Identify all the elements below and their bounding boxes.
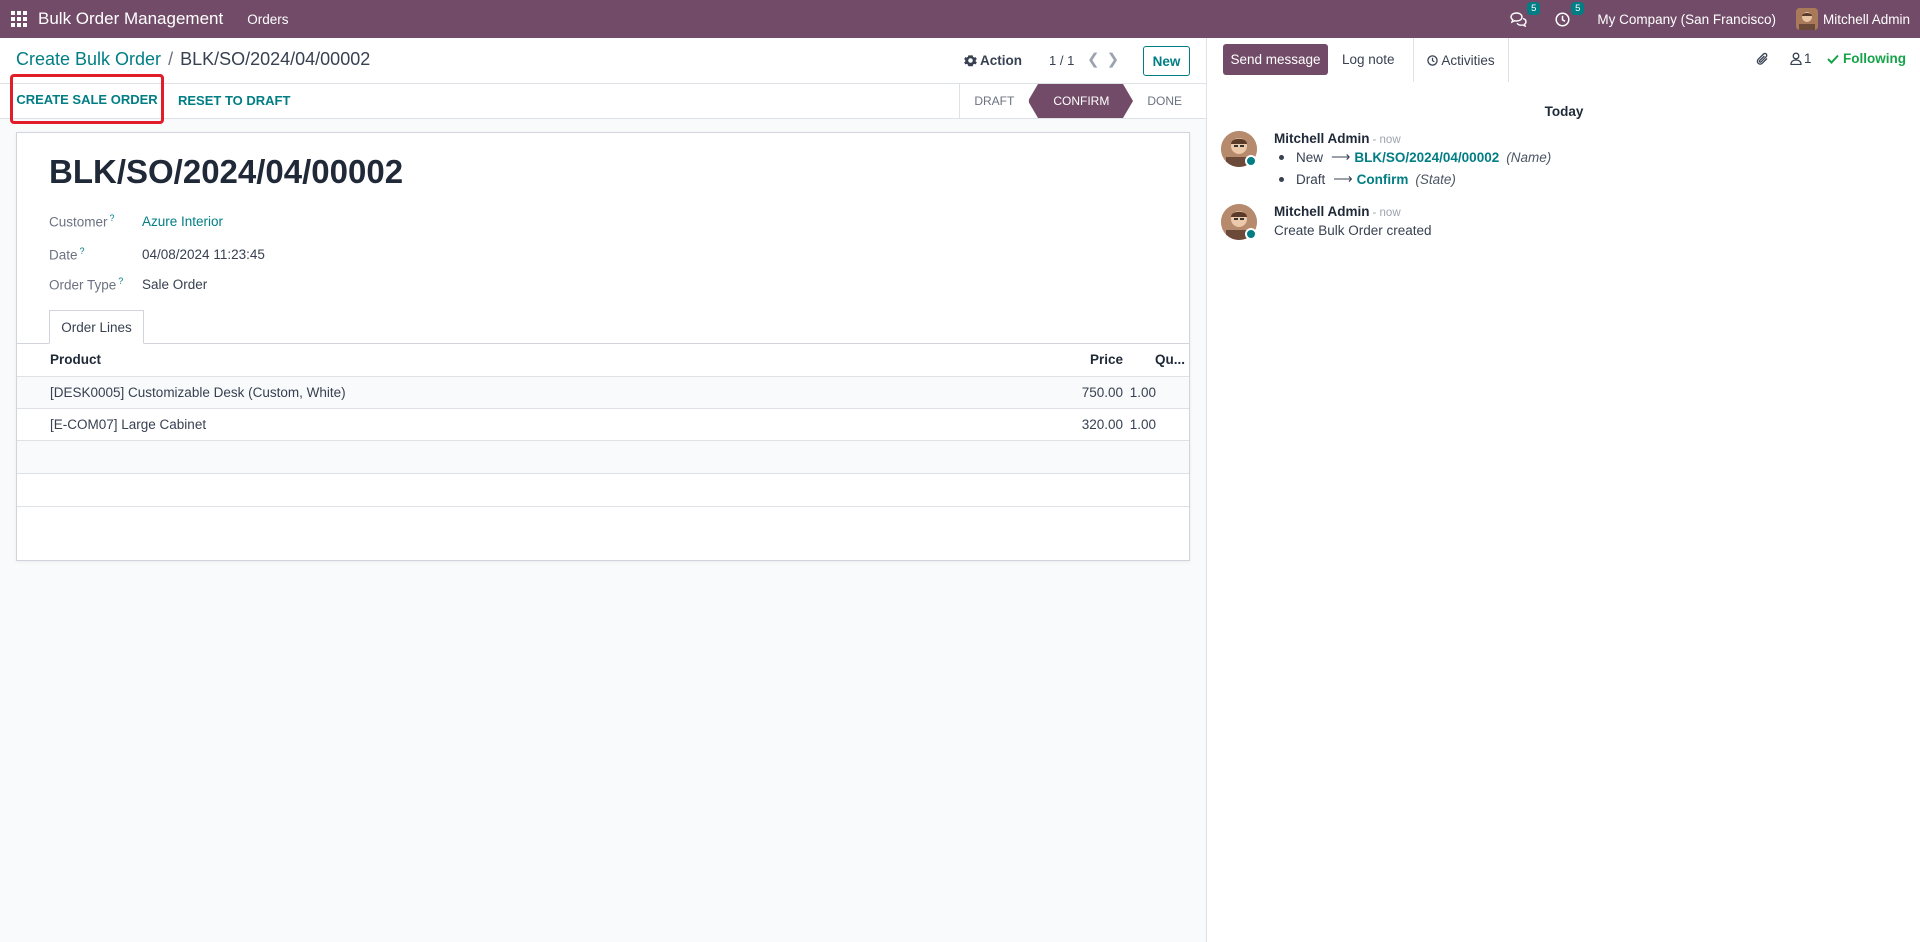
form-sheet: BLK/SO/2024/04/00002 Customer? Azure Int… xyxy=(16,132,1190,561)
line-price[interactable]: 320.00 xyxy=(1045,408,1125,441)
pager-previous-icon[interactable]: ❮ xyxy=(1087,50,1100,68)
column-quantity[interactable]: Qu... xyxy=(1125,344,1189,377)
new-record-button[interactable]: New xyxy=(1143,46,1190,76)
tracking-new-value: Confirm xyxy=(1356,171,1409,187)
app-name[interactable]: Bulk Order Management xyxy=(38,9,223,29)
customer-label: Customer? xyxy=(49,213,115,230)
tracking-value: Draft ⟶ Confirm (State) xyxy=(1279,171,1456,187)
control-panel: Create Bulk Order / BLK/SO/2024/04/00002… xyxy=(0,38,1206,84)
send-message-button[interactable]: Send message xyxy=(1223,44,1328,75)
help-icon[interactable]: ? xyxy=(80,246,85,256)
status-bar: CREATE SALE ORDER RESET TO DRAFT DRAFT C… xyxy=(0,74,1206,124)
company-switcher[interactable]: My Company (San Francisco) xyxy=(1597,12,1776,27)
tab-order-lines[interactable]: Order Lines xyxy=(49,310,144,344)
activities-button[interactable]: Activities xyxy=(1413,38,1509,82)
line-quantity[interactable]: 1.00 xyxy=(1125,408,1189,441)
tracking-old-value: New xyxy=(1296,149,1324,165)
action-menu-button[interactable]: Action xyxy=(964,53,1022,68)
following-label: Following xyxy=(1843,51,1906,66)
tracking-value: New ⟶ BLK/SO/2024/04/00002 (Name) xyxy=(1279,149,1551,165)
tracking-new-value: BLK/SO/2024/04/00002 xyxy=(1354,149,1500,165)
paperclip-icon[interactable] xyxy=(1756,51,1770,70)
table-row[interactable]: [DESK0005] Customizable Desk (Custom, Wh… xyxy=(17,376,1189,409)
line-quantity[interactable]: 1.00 xyxy=(1125,376,1189,409)
chatter-toolbar: Send message Log note Activities 1 Follo… xyxy=(1207,38,1920,82)
breadcrumb: Create Bulk Order / BLK/SO/2024/04/00002 xyxy=(16,49,370,70)
activities-badge: 5 xyxy=(1571,2,1585,15)
table-header-row: Product Price Qu... xyxy=(17,344,1189,377)
check-icon xyxy=(1827,54,1839,64)
date-separator: Today xyxy=(1544,104,1584,119)
breadcrumb-parent[interactable]: Create Bulk Order xyxy=(16,49,161,70)
tracking-field-name: (State) xyxy=(1415,171,1456,187)
activities-clock-icon[interactable]: 5 xyxy=(1553,2,1585,28)
user-icon xyxy=(1790,52,1802,65)
order-lines-table: Product Price Qu... [DESK0005] Customiza… xyxy=(17,344,1189,507)
chatter-message: Mitchell Admin - now New ⟶ BLK/SO/2024/04… xyxy=(1221,131,1901,191)
line-price[interactable]: 750.00 xyxy=(1045,376,1125,409)
message-body: Create Bulk Order created xyxy=(1274,223,1432,238)
message-author[interactable]: Mitchell Admin - now xyxy=(1274,204,1401,219)
menu-orders[interactable]: Orders xyxy=(247,12,288,27)
pager-value[interactable]: 1 / 1 xyxy=(1049,53,1074,68)
breadcrumb-current: BLK/SO/2024/04/00002 xyxy=(180,49,371,69)
date-label: Date? xyxy=(49,246,85,263)
column-product[interactable]: Product xyxy=(17,344,1045,377)
messages-badge: 5 xyxy=(1527,2,1541,15)
arrow-right-icon: ⟶ xyxy=(1331,149,1351,164)
stage-confirm[interactable]: CONFIRM xyxy=(1028,84,1134,118)
table-row[interactable]: [E-COM07] Large Cabinet 320.00 1.00 xyxy=(17,408,1189,441)
date-field[interactable]: 04/08/2024 11:23:45 xyxy=(142,247,265,262)
followers-count: 1 xyxy=(1804,51,1812,66)
online-status-icon xyxy=(1245,155,1257,167)
stage-pipeline: DRAFT CONFIRM DONE xyxy=(959,84,1196,118)
message-time: - now xyxy=(1372,134,1401,146)
create-sale-order-button[interactable]: CREATE SALE ORDER xyxy=(10,74,164,124)
stage-done[interactable]: DONE xyxy=(1123,84,1196,118)
message-time: - now xyxy=(1372,207,1401,219)
tracking-field-name: (Name) xyxy=(1506,149,1552,165)
help-icon[interactable]: ? xyxy=(118,276,123,286)
breadcrumb-separator: / xyxy=(168,49,174,69)
stage-draft[interactable]: DRAFT xyxy=(959,84,1028,118)
customer-field[interactable]: Azure Interior xyxy=(142,214,223,229)
log-note-button[interactable]: Log note xyxy=(1342,52,1395,67)
bullet-icon xyxy=(1279,154,1284,160)
chatter-message: Mitchell Admin - now Create Bulk Order cr… xyxy=(1221,204,1901,244)
line-product[interactable]: [DESK0005] Customizable Desk (Custom, Wh… xyxy=(17,376,1045,409)
line-product[interactable]: [E-COM07] Large Cabinet xyxy=(17,408,1045,441)
arrow-right-icon: ⟶ xyxy=(1333,171,1353,186)
empty-row xyxy=(17,440,1189,474)
apps-menu-icon[interactable] xyxy=(0,0,38,38)
following-button[interactable]: Following xyxy=(1827,51,1906,66)
action-label: Action xyxy=(980,53,1022,68)
messages-icon[interactable]: 5 xyxy=(1509,2,1541,28)
user-avatar[interactable] xyxy=(1795,8,1818,30)
online-status-icon xyxy=(1245,228,1257,240)
column-price[interactable]: Price xyxy=(1045,344,1125,377)
user-menu[interactable]: Mitchell Admin xyxy=(1823,12,1910,27)
gear-icon xyxy=(964,55,977,67)
tracking-old-value: Draft xyxy=(1296,171,1326,187)
chatter-panel: Send message Log note Activities 1 Follo… xyxy=(1206,38,1920,942)
bullet-icon xyxy=(1279,176,1284,182)
empty-row xyxy=(17,473,1189,507)
reset-to-draft-button[interactable]: RESET TO DRAFT xyxy=(178,93,290,108)
record-title[interactable]: BLK/SO/2024/04/00002 xyxy=(49,153,403,191)
top-navbar: Bulk Order Management Orders 5 5 My Comp… xyxy=(0,0,1920,38)
followers-button[interactable]: 1 xyxy=(1790,51,1812,66)
pager-next-icon[interactable]: ❯ xyxy=(1107,50,1120,68)
message-author[interactable]: Mitchell Admin - now xyxy=(1274,131,1401,146)
clock-icon xyxy=(1427,54,1439,66)
activities-label: Activities xyxy=(1441,52,1495,68)
help-icon[interactable]: ? xyxy=(110,213,115,223)
create-sale-order-label: CREATE SALE ORDER xyxy=(16,91,158,107)
order-type-label: Order Type? xyxy=(49,276,124,293)
order-type-field[interactable]: Sale Order xyxy=(142,277,207,292)
